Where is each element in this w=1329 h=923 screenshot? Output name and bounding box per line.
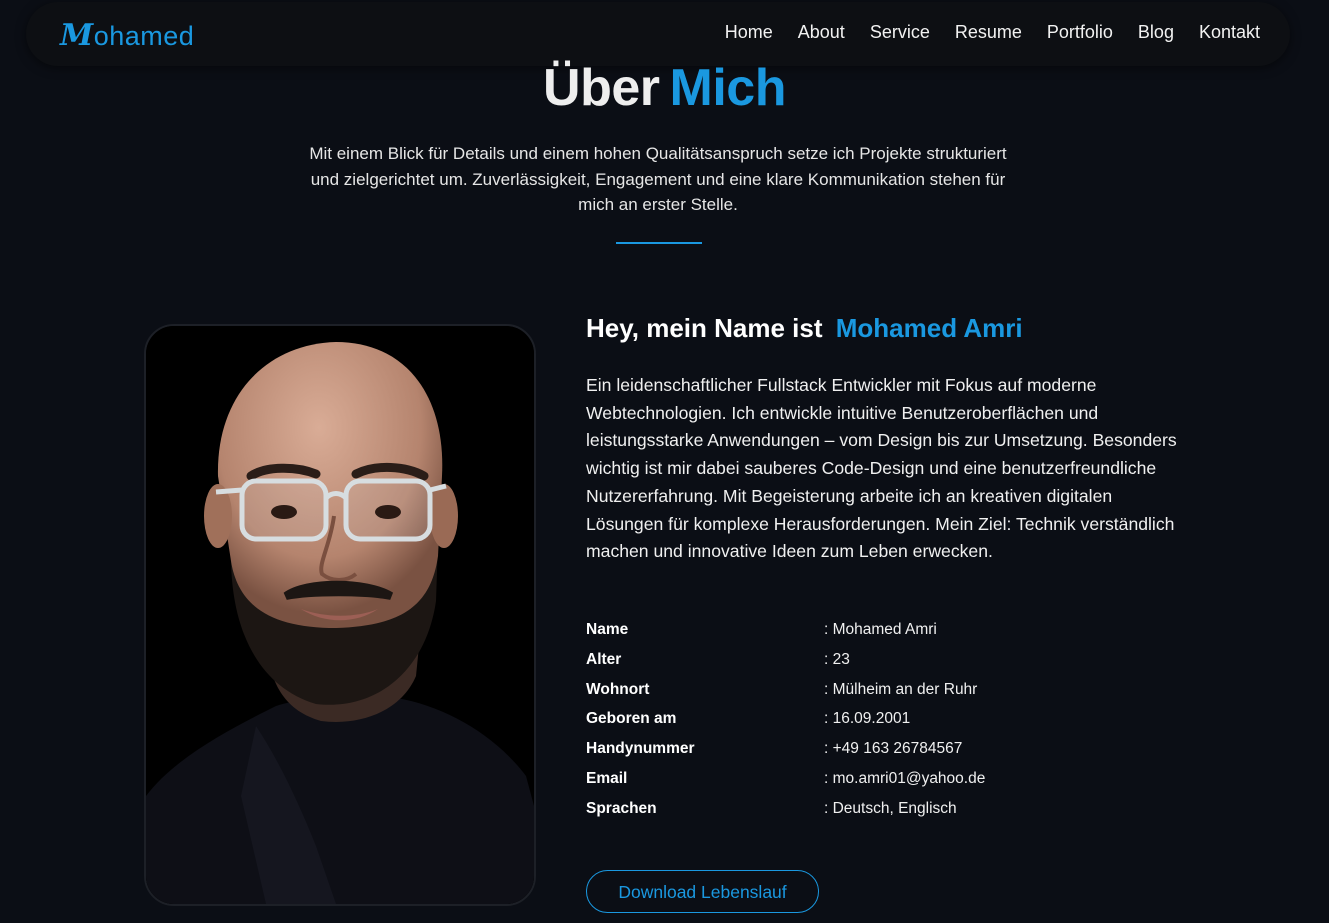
section-title: Über Mich: [0, 58, 1329, 118]
nav-link-resume[interactable]: Resume: [955, 22, 1022, 43]
info-label: Name: [586, 621, 629, 638]
info-row-languages: Sprachen : Deutsch, Englisch: [586, 796, 1186, 826]
nav-link-kontakt[interactable]: Kontakt: [1199, 22, 1260, 43]
profile-photo: [144, 324, 536, 906]
section-intro: Mit einem Blick für Details und einem ho…: [309, 144, 1007, 214]
info-value: : mo.amri01@yahoo.de: [824, 769, 986, 787]
info-value: : +49 163 26784567: [824, 740, 963, 758]
navbar: Mohamed Home About Service Resume Portfo…: [26, 2, 1290, 66]
portrait-illustration: [146, 326, 534, 904]
info-label: Handynummer: [586, 740, 695, 758]
info-value: : 23: [824, 650, 850, 668]
info-value: : 16.09.2001: [824, 710, 911, 728]
nav-link-home[interactable]: Home: [725, 22, 773, 43]
info-row-age: Alter : 23: [586, 647, 1186, 677]
info-value: : Deutsch, Englisch: [824, 799, 957, 817]
logo-initial: M: [60, 18, 94, 53]
bio-paragraph: Ein leidenschaftlicher Fullstack Entwick…: [586, 375, 1177, 562]
info-row-residence: Wohnort : Mülheim an der Ruhr: [586, 677, 1186, 707]
nav-links: Home About Service Resume Portfolio Blog…: [700, 22, 1260, 43]
nav-link-about[interactable]: About: [798, 22, 845, 43]
greeting-heading: Hey, mein Name ist Mohamed Amri: [586, 313, 1023, 344]
section-title-plain: Über: [543, 59, 660, 117]
info-row-birthdate: Geboren am : 16.09.2001: [586, 706, 1186, 736]
info-row-name: Name : Mohamed Amri: [586, 617, 1186, 647]
title-divider: [616, 242, 702, 244]
site-logo[interactable]: Mohamed: [60, 18, 194, 53]
info-label: Geboren am: [586, 710, 677, 728]
info-label: Email: [586, 769, 628, 787]
info-row-phone: Handynummer : +49 163 26784567: [586, 736, 1186, 766]
greeting-text: Hey, mein Name ist: [586, 313, 823, 343]
personal-info-list: Name : Mohamed Amri Alter : 23 Wohnort :…: [586, 617, 1186, 826]
info-label: Alter: [586, 650, 622, 668]
info-row-email: Email : mo.amri01@yahoo.de: [586, 766, 1186, 796]
about-page: Mohamed Home About Service Resume Portfo…: [0, 0, 1329, 923]
info-value: : Mülheim an der Ruhr: [824, 680, 978, 698]
greeting-name: Mohamed Amri: [835, 313, 1023, 343]
logo-text: ohamed: [93, 21, 195, 51]
download-cv-button[interactable]: Download Lebenslauf: [586, 870, 819, 913]
nav-link-portfolio[interactable]: Portfolio: [1047, 22, 1113, 43]
section-title-accent: Mich: [669, 59, 787, 117]
nav-link-blog[interactable]: Blog: [1138, 22, 1174, 43]
nav-link-service[interactable]: Service: [870, 22, 930, 43]
info-label: Wohnort: [586, 680, 650, 698]
info-label: Sprachen: [586, 799, 657, 817]
info-value: : Mohamed Amri: [824, 621, 937, 638]
